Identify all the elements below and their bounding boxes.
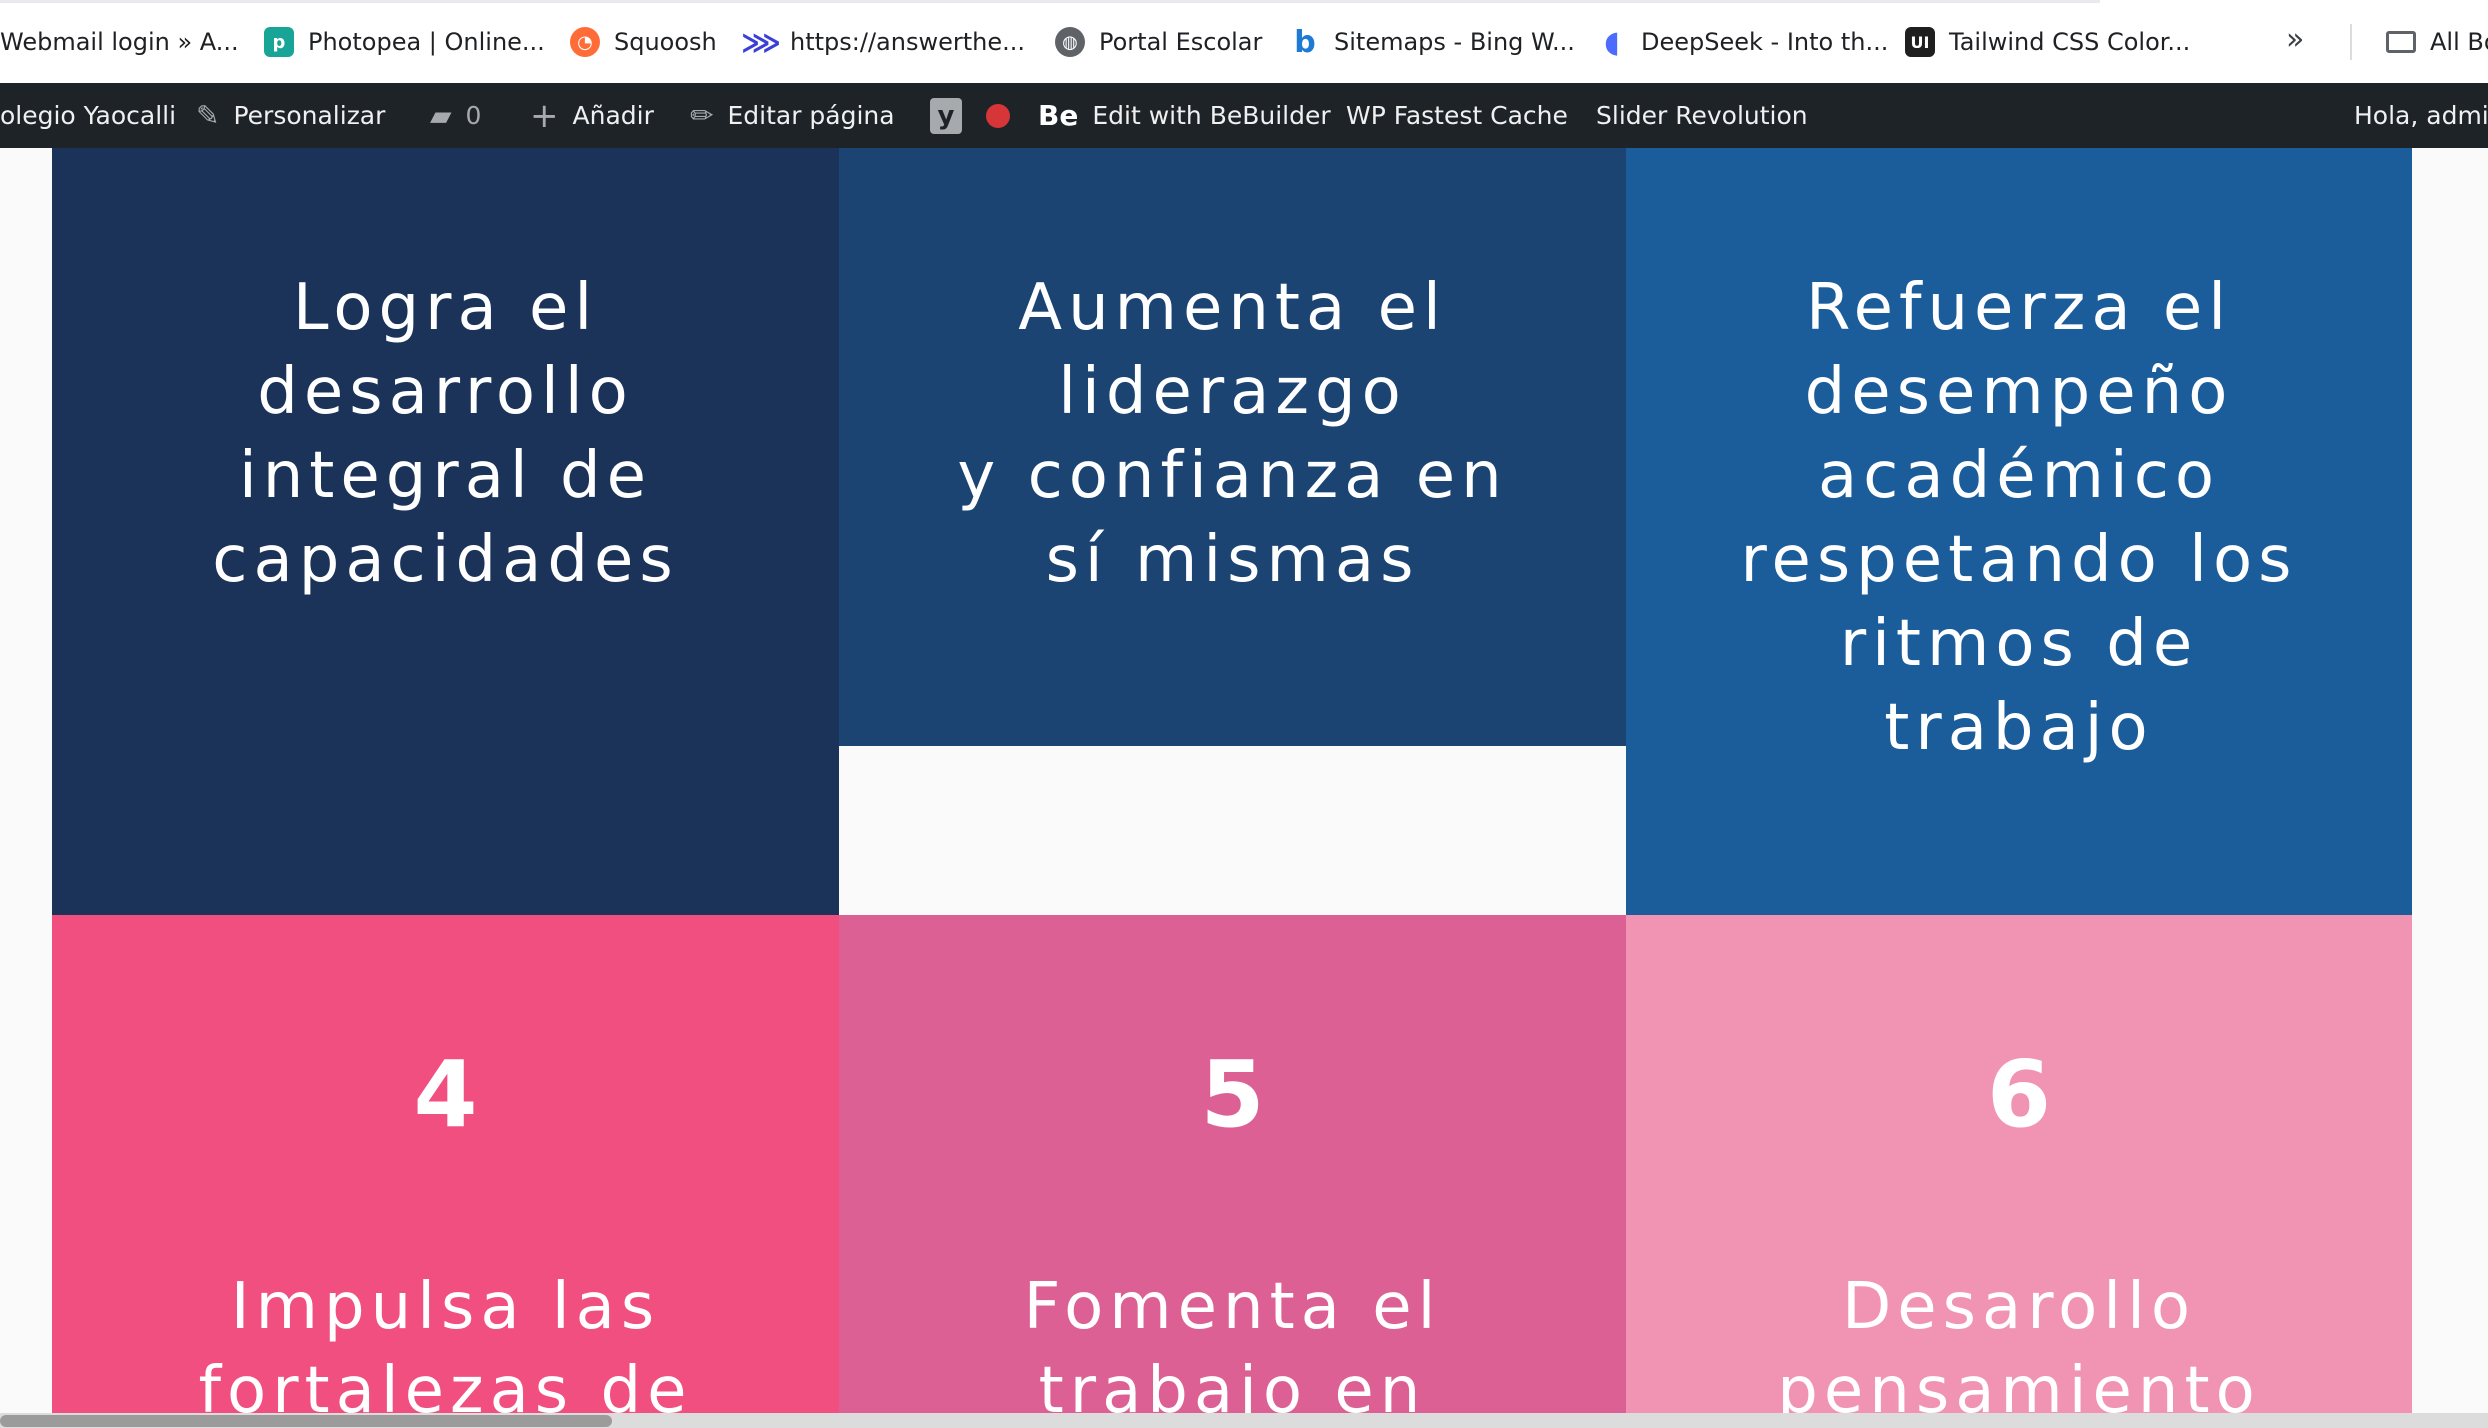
bookmark-portal-escolar[interactable]: ◍ Portal Escolar — [1055, 20, 1262, 64]
bookmark-label: Tailwind CSS Color... — [1949, 28, 2191, 56]
bookmark-all-bookmarks[interactable]: All Bo — [2386, 20, 2488, 64]
admin-edit-page[interactable]: ✏ Editar página — [690, 83, 895, 148]
bookmarks-overflow-icon[interactable]: » — [2286, 22, 2304, 57]
paintbrush-icon: ✎ — [196, 99, 220, 132]
comments-count: 0 — [465, 101, 482, 130]
bookmark-label: Sitemaps - Bing W... — [1334, 28, 1575, 56]
bebuilder-logo-icon: Be — [1038, 99, 1079, 132]
feature-tile-4: 4 Impulsa las fortalezas de — [52, 915, 839, 1413]
page-content: Logra el desarrollo integral de capacida… — [0, 148, 2488, 1413]
feature-text: Desarollo pensamiento — [1777, 1270, 2261, 1413]
feature-text: Fomenta el trabajo en — [1023, 1270, 1442, 1413]
answerthepublic-icon: ⋙ — [741, 25, 781, 59]
tailwind-ui-icon: UI — [1905, 27, 1935, 57]
greeting-label: Hola, admin — [2354, 101, 2488, 130]
bookmark-label: Webmail login » A... — [0, 28, 239, 56]
admin-bebuilder[interactable]: Be Edit with BeBuilder — [1038, 83, 1331, 148]
feature-tile-3: Refuerza el desempeño académico respetan… — [1626, 148, 2412, 915]
edit-page-label: Editar página — [727, 101, 895, 130]
admin-slider-revolution[interactable]: Slider Revolution — [1596, 83, 1808, 148]
bookmarks-bar: Webmail login » A... p Photopea | Online… — [0, 0, 2488, 84]
bookmark-deepseek[interactable]: ◖ DeepSeek - Into th... — [1597, 20, 1888, 64]
seo-status-dot-icon — [986, 103, 1010, 128]
admin-seo-status[interactable] — [986, 83, 1010, 148]
feature-tile-5: 5 Fomenta el trabajo en — [839, 915, 1626, 1413]
fastest-cache-label: WP Fastest Cache — [1346, 101, 1568, 130]
bookmark-label: All Bo — [2430, 28, 2488, 56]
feature-number: 5 — [1200, 1041, 1265, 1148]
feature-tile-1: Logra el desarrollo integral de capacida… — [52, 148, 839, 915]
admin-customize[interactable]: ✎ Personalizar — [196, 83, 385, 148]
bookmark-bing-sitemaps[interactable]: b Sitemaps - Bing W... — [1290, 20, 1575, 64]
feature-text: Refuerza el desempeño académico respetan… — [1740, 271, 2298, 765]
customize-label: Personalizar — [233, 101, 386, 130]
feature-tile-6: 6 Desarollo pensamiento — [1626, 915, 2412, 1413]
bookmark-label: Portal Escolar — [1099, 28, 1263, 56]
pencil-icon: ✏ — [690, 99, 714, 132]
globe-icon: ◍ — [1055, 27, 1085, 57]
bookmark-label: Photopea | Online... — [308, 28, 545, 56]
feature-text: Logra el desarrollo integral de capacida… — [212, 271, 679, 597]
admin-comments[interactable]: ▰ 0 — [430, 83, 481, 148]
feature-tile-2: Aumenta el liderazgo y confianza en sí m… — [839, 148, 1626, 746]
bookmark-label: Squoosh — [614, 28, 717, 56]
admin-yoast[interactable]: y — [930, 83, 962, 148]
bookmark-tailwind[interactable]: UI Tailwind CSS Color... — [1905, 20, 2190, 64]
admin-my-account[interactable]: Hola, admin — [2354, 83, 2488, 148]
deepseek-icon: ◖ — [1604, 24, 1620, 60]
bookmarks-divider — [2350, 24, 2352, 60]
site-name-label: olegio Yaocalli — [0, 101, 177, 130]
comment-bubble-icon: ▰ — [430, 99, 452, 132]
wp-admin-bar: olegio Yaocalli ✎ Personalizar ▰ 0 + Aña… — [0, 83, 2488, 148]
add-new-label: Añadir — [572, 101, 654, 130]
bookmark-label: DeepSeek - Into th... — [1641, 28, 1889, 56]
folder-icon — [2386, 31, 2416, 53]
bookmark-webmail[interactable]: Webmail login » A... — [0, 20, 239, 64]
feature-number: 6 — [1986, 1041, 2051, 1148]
bebuilder-label: Edit with BeBuilder — [1092, 101, 1331, 130]
tab-strip-edge — [0, 0, 2100, 3]
yoast-seo-icon: y — [930, 97, 962, 134]
bookmark-label: https://answerthe... — [790, 28, 1025, 56]
bing-icon: b — [1294, 24, 1316, 60]
plus-icon: + — [530, 95, 559, 136]
scrollbar-thumb[interactable] — [0, 1415, 612, 1427]
admin-add-new[interactable]: + Añadir — [530, 83, 654, 148]
feature-number: 4 — [413, 1041, 478, 1148]
admin-wp-fastest-cache[interactable]: WP Fastest Cache — [1346, 83, 1568, 148]
bookmark-photopea[interactable]: p Photopea | Online... — [264, 20, 545, 64]
admin-site-name[interactable]: olegio Yaocalli — [0, 83, 176, 148]
feature-text: Aumenta el liderazgo y confianza en sí m… — [957, 271, 1508, 597]
squoosh-icon: ◔ — [570, 27, 600, 57]
feature-text: Impulsa las fortalezas de — [198, 1270, 693, 1413]
photopea-icon: p — [264, 27, 294, 57]
bookmark-answerthepublic[interactable]: ⋙ https://answerthe... — [741, 20, 1025, 64]
bookmark-squoosh[interactable]: ◔ Squoosh — [570, 20, 717, 64]
slider-revolution-label: Slider Revolution — [1596, 101, 1808, 130]
